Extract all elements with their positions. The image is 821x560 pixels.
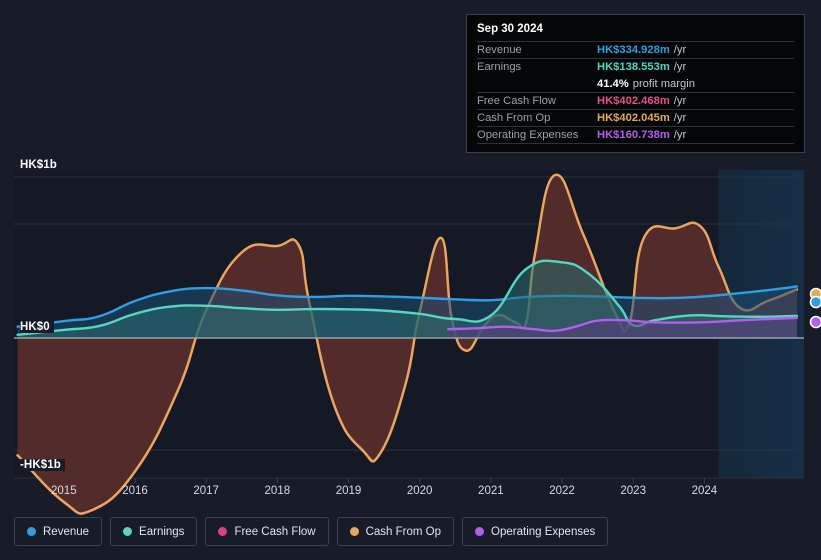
legend-color-dot-icon bbox=[27, 527, 36, 536]
legend-item-cash-from-op[interactable]: Cash From Op bbox=[336, 517, 455, 546]
y-axis-label-top: HK$1b bbox=[20, 159, 61, 171]
tooltip-value-cash-from-op: HK$402.045m bbox=[597, 112, 670, 124]
legend-color-dot-icon bbox=[475, 527, 485, 536]
x-axis-label-2015: 2015 bbox=[51, 485, 77, 497]
tooltip-row-profit-margin: 41.4% profit margin bbox=[477, 75, 794, 92]
legend-item-earnings[interactable]: Earnings bbox=[110, 517, 198, 546]
tooltip-label-revenue: Revenue bbox=[477, 44, 522, 56]
x-axis-label-2022: 2022 bbox=[549, 485, 575, 497]
tooltip-label-cash-from-op: Cash From Op bbox=[477, 112, 551, 124]
x-axis-label-2018: 2018 bbox=[264, 485, 291, 497]
tooltip-label-earnings: Earnings bbox=[477, 61, 522, 73]
legend-color-dot-icon bbox=[349, 527, 359, 536]
tooltip-value-profit-margin: 41.4% bbox=[597, 77, 629, 90]
tooltip-label-free-cash-flow: Free Cash Flow bbox=[477, 95, 556, 107]
tooltip-unit-revenue: /yr bbox=[673, 44, 687, 56]
tooltip-unit-earnings: /yr bbox=[673, 61, 687, 73]
y-axis-label-zero: HK$0 bbox=[20, 321, 54, 333]
legend-label: Operating Expenses bbox=[491, 525, 596, 538]
x-axis-label-2021: 2021 bbox=[478, 485, 504, 497]
tooltip-row-cash-from-op: Cash From Op HK$402.045m /yr bbox=[477, 109, 794, 126]
x-axis-label-2019: 2019 bbox=[335, 485, 362, 497]
x-axis-label-2023: 2023 bbox=[620, 485, 646, 497]
legend-item-operating-expenses[interactable]: Operating Expenses bbox=[462, 517, 609, 546]
tooltip-value-free-cash-flow: HK$402.468m bbox=[597, 95, 670, 107]
tooltip-value-revenue: HK$334.928m bbox=[597, 44, 670, 56]
legend-label: Cash From Op bbox=[365, 525, 442, 538]
legend-color-dot-icon bbox=[218, 527, 228, 536]
x-axis-label-2020: 2020 bbox=[406, 485, 433, 497]
tooltip-label-operating-expenses: Operating Expenses bbox=[477, 129, 579, 141]
tooltip-suffix-profit-margin: profit margin bbox=[632, 77, 695, 90]
x-axis-label-2017: 2017 bbox=[193, 485, 219, 497]
x-axis-label-2024: 2024 bbox=[691, 485, 718, 497]
tooltip-row-free-cash-flow: Free Cash Flow HK$402.468m /yr bbox=[477, 92, 794, 109]
x-axis-label-2016: 2016 bbox=[122, 485, 148, 497]
tooltip-date: Sep 30 2024 bbox=[477, 23, 543, 35]
tooltip-unit-operating-expenses: /yr bbox=[673, 129, 687, 141]
tooltip-value-operating-expenses: HK$160.738m bbox=[597, 129, 670, 141]
legend-item-free-cash-flow[interactable]: Free Cash Flow bbox=[205, 517, 329, 546]
tooltip-unit-free-cash-flow: /yr bbox=[673, 95, 687, 107]
legend-color-dot-icon bbox=[123, 527, 133, 536]
tooltip-value-earnings: HK$138.553m bbox=[597, 61, 670, 73]
tooltip-row-earnings: Earnings HK$138.553m /yr bbox=[477, 58, 794, 75]
y-axis-label-bottom: -HK$1b bbox=[20, 459, 65, 471]
legend-label: Free Cash Flow bbox=[234, 525, 316, 538]
data-tooltip-card: Sep 30 2024 Revenue HK$334.928m /yr Earn… bbox=[466, 14, 805, 153]
tooltip-bottom-divider bbox=[477, 143, 794, 144]
endpoint-marker-revenue bbox=[809, 295, 821, 309]
tooltip-row-operating-expenses: Operating Expenses HK$160.738m /yr bbox=[477, 126, 794, 143]
tooltip-unit-cash-from-op: /yr bbox=[673, 112, 687, 124]
financial-performance-chart: HK$1b HK$0 -HK$1b 2015 2016 2017 2018 2019 20… bbox=[0, 0, 821, 560]
legend-label: Earnings bbox=[139, 525, 185, 538]
endpoint-marker-operating-expenses bbox=[809, 315, 821, 329]
tooltip-row-revenue: Revenue HK$334.928m /yr bbox=[477, 41, 794, 58]
chart-legend: Revenue Earnings Free Cash Flow Cash From O… bbox=[14, 517, 609, 546]
legend-label: Revenue bbox=[43, 525, 90, 538]
legend-item-revenue[interactable]: Revenue bbox=[14, 517, 103, 546]
